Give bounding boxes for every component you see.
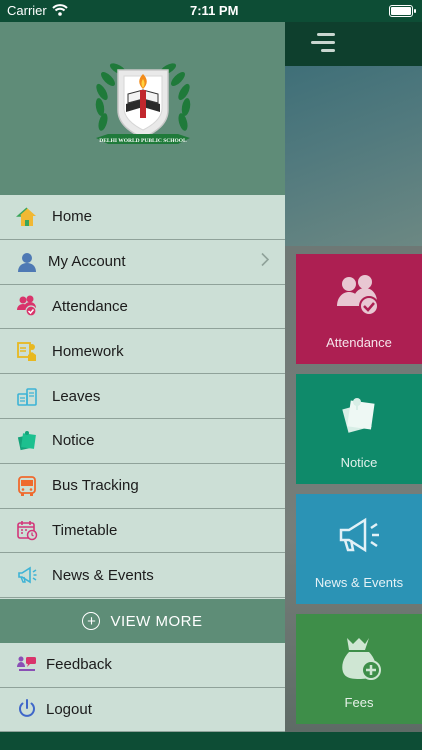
menu-item-home[interactable]: Home	[0, 195, 285, 240]
menu-item-feedback[interactable]: Feedback	[0, 643, 285, 688]
megaphone-tile-icon	[296, 514, 422, 558]
school-logo: DELHI WORLD PUBLIC SCHOOL	[88, 52, 198, 162]
money-bag-tile-icon	[296, 634, 422, 682]
drawer-bottom-menu: Feedback Logout	[0, 643, 285, 732]
menu-item-label: My Account	[48, 253, 126, 271]
view-more-label: VIEW MORE	[110, 612, 203, 630]
menu-item-timetable[interactable]: Timetable	[0, 509, 285, 554]
wifi-icon	[52, 4, 68, 19]
tile-notice-label: Notice	[340, 455, 378, 470]
attendance-icon	[16, 295, 38, 318]
tile-attendance-label: Attendance	[326, 335, 392, 350]
drawer-menu: Home My Account Attendance Homework Leav…	[0, 195, 285, 599]
user-icon	[16, 251, 38, 273]
home-icon	[16, 206, 38, 228]
menu-item-label: Feedback	[46, 656, 112, 674]
hero-banner	[285, 66, 422, 246]
tile-notice[interactable]: Notice	[296, 374, 422, 484]
menu-item-label: Notice	[52, 432, 95, 450]
notice-icon	[16, 430, 38, 452]
app-header	[285, 22, 422, 66]
tile-news-label: News & Events	[314, 575, 404, 590]
menu-item-leaves[interactable]: Leaves	[0, 374, 285, 419]
menu-item-label: Attendance	[52, 297, 128, 315]
menu-item-bus-tracking[interactable]: Bus Tracking	[0, 464, 285, 509]
feedback-icon	[16, 654, 38, 676]
menu-item-label: Logout	[46, 700, 92, 718]
menu-item-label: Homework	[52, 342, 124, 360]
battery-icon	[389, 5, 416, 17]
menu-item-label: News & Events	[52, 566, 154, 584]
tile-fees[interactable]: Fees	[296, 614, 422, 724]
navigation-drawer: DELHI WORLD PUBLIC SCHOOL Home My Accoun…	[0, 22, 285, 750]
status-bar: Carrier 7:11 PM	[0, 0, 422, 22]
megaphone-icon	[16, 564, 38, 586]
menu-item-label: Home	[52, 208, 93, 226]
school-name: DELHI WORLD PUBLIC SCHOOL	[99, 138, 187, 144]
menu-item-notice[interactable]: Notice	[0, 419, 285, 464]
menu-item-my-account[interactable]: My Account	[0, 240, 285, 285]
tile-fees-label: Fees	[344, 695, 374, 710]
homework-icon	[16, 340, 38, 362]
clock: 7:11 PM	[190, 3, 239, 18]
leaves-icon	[16, 385, 38, 407]
menu-item-news-events[interactable]: News & Events	[0, 553, 285, 599]
bottom-bar	[0, 732, 422, 750]
drawer-header: DELHI WORLD PUBLIC SCHOOL	[0, 22, 285, 195]
notice-tile-icon	[296, 394, 422, 438]
menu-item-label: Leaves	[52, 387, 101, 405]
menu-icon[interactable]	[311, 33, 335, 53]
menu-item-logout[interactable]: Logout	[0, 688, 285, 732]
menu-item-attendance[interactable]: Attendance	[0, 285, 285, 330]
bus-icon	[16, 475, 38, 497]
carrier-label: Carrier	[7, 3, 47, 18]
menu-item-label: Bus Tracking	[52, 477, 139, 495]
tile-news-events[interactable]: News & Events	[296, 494, 422, 604]
chevron-right-icon	[261, 252, 270, 271]
plus-circle-icon: +	[82, 612, 101, 630]
menu-item-homework[interactable]: Homework	[0, 329, 285, 375]
view-more-button[interactable]: + VIEW MORE	[0, 599, 285, 643]
calendar-icon	[16, 519, 38, 541]
menu-item-label: Timetable	[52, 521, 118, 539]
power-icon	[16, 698, 38, 720]
tile-attendance[interactable]: Attendance	[296, 254, 422, 364]
attendance-tile-icon	[296, 274, 422, 318]
